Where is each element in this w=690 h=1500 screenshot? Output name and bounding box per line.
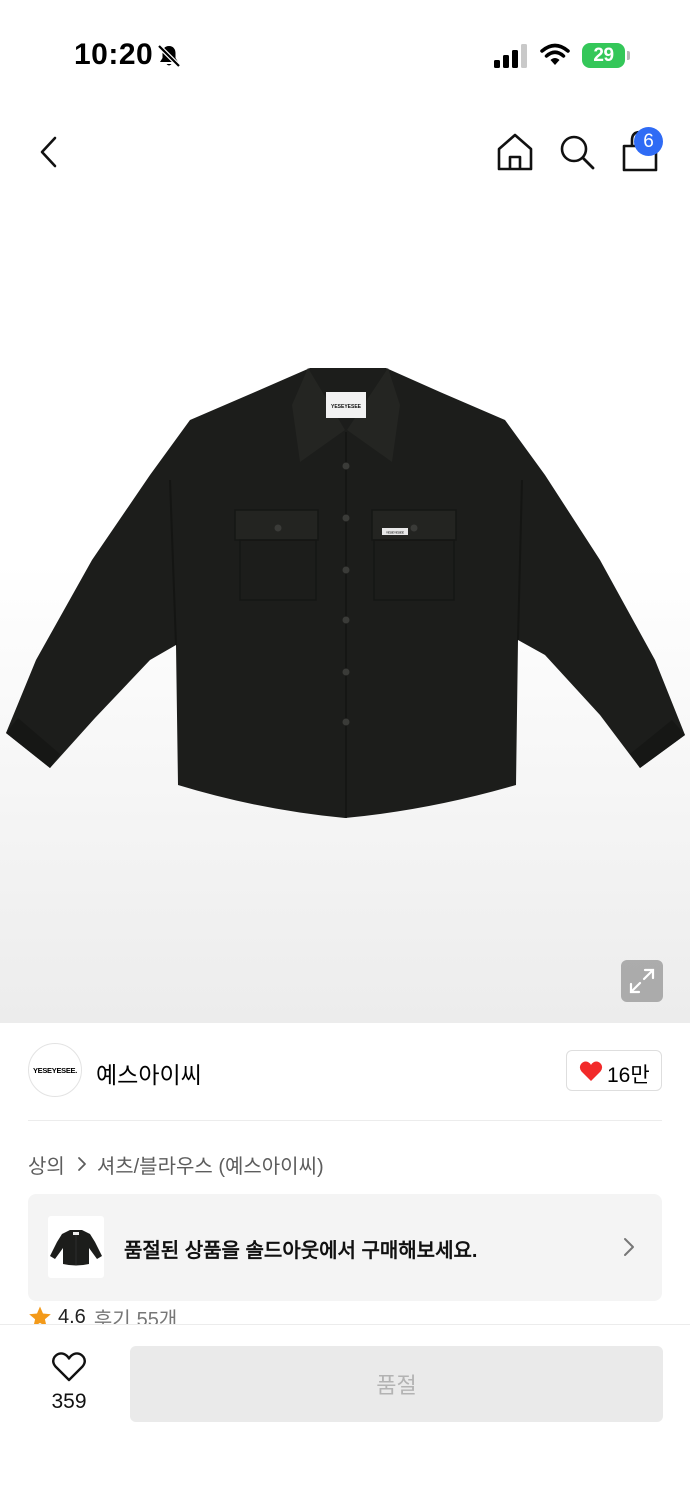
collar-label: YESEYESEE xyxy=(331,404,362,410)
wifi-icon xyxy=(540,43,570,65)
product-image[interactable]: YESEYESEE YESEYESEE xyxy=(0,355,690,835)
expand-image-button[interactable] xyxy=(621,960,663,1002)
battery-cap xyxy=(627,51,630,60)
product-hero: 10:20 29 6 YESEYESEE YESEYESEE xyxy=(0,0,690,1023)
brand-row[interactable]: YESEYESEE. 예스아이씨 16만 xyxy=(28,1043,662,1101)
soldout-banner[interactable]: 품절된 상품을 솔드아웃에서 구매해보세요. xyxy=(28,1194,662,1301)
bottom-action-bar: 359 품절 xyxy=(0,1324,690,1500)
chevron-right-icon xyxy=(624,1238,634,1256)
status-bar: 10:20 29 xyxy=(0,0,690,110)
expand-icon xyxy=(629,968,655,994)
search-icon[interactable] xyxy=(556,131,598,173)
cart-count-badge: 6 xyxy=(634,127,663,156)
bell-muted-icon xyxy=(157,44,181,68)
brand-logo[interactable]: YESEYESEE. xyxy=(28,1043,82,1097)
soldout-banner-text: 품절된 상품을 솔드아웃에서 구매해보세요. xyxy=(124,1240,478,1262)
brand-name[interactable]: 예스아이씨 xyxy=(96,1056,202,1090)
brand-like-count: 16만 xyxy=(607,1064,650,1087)
section-divider xyxy=(28,1120,662,1121)
buy-button[interactable]: 품절 xyxy=(130,1346,663,1422)
brand-like-button[interactable]: 16만 xyxy=(566,1050,662,1091)
heart-outline-icon[interactable] xyxy=(51,1351,87,1383)
battery-level: 29 xyxy=(593,45,614,66)
breadcrumb-category[interactable]: 상의 xyxy=(28,1150,65,1179)
chevron-right-icon xyxy=(77,1157,86,1171)
breadcrumb: 상의 셔츠/블라우스 (예스아이씨) xyxy=(28,1150,324,1178)
heart-filled-icon xyxy=(579,1061,603,1081)
battery-indicator: 29 xyxy=(582,43,630,68)
pocket-label: YESEYESEE xyxy=(386,531,404,535)
signal-icon xyxy=(494,44,527,68)
home-icon[interactable] xyxy=(494,131,536,173)
wish-count: 359 xyxy=(51,1390,87,1413)
breadcrumb-subcategory[interactable]: 셔츠/블라우스 (예스아이씨) xyxy=(97,1150,324,1179)
soldout-thumbnail xyxy=(48,1216,104,1278)
status-time: 10:20 xyxy=(74,38,154,71)
back-chevron-icon[interactable] xyxy=(30,130,70,174)
